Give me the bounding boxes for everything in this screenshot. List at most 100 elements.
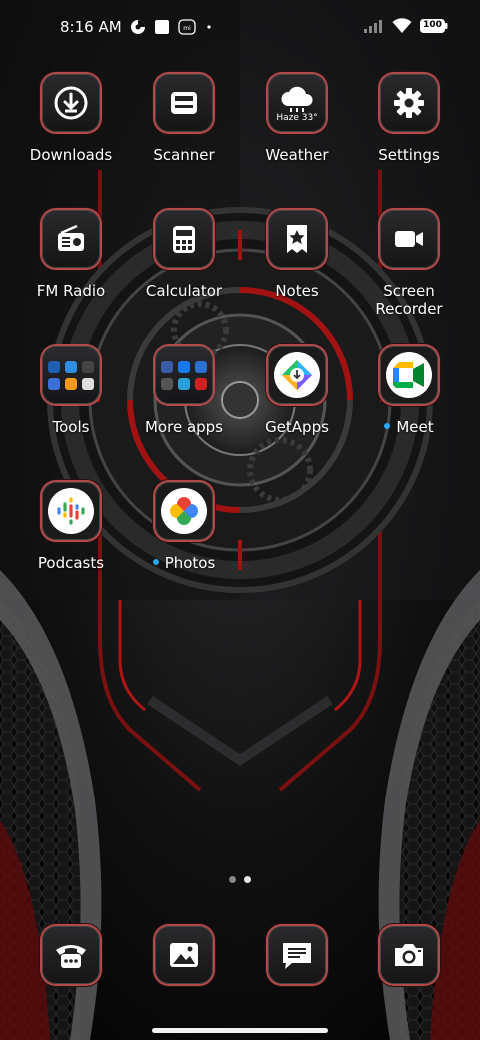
mini-app-icon	[195, 377, 207, 390]
app-label: Screen Recorder	[354, 282, 464, 318]
home-indicator[interactable]	[152, 1028, 328, 1033]
app-calculator[interactable]: Calculator	[129, 210, 239, 300]
notification-app-icon	[130, 19, 146, 35]
weather-cloud-icon	[281, 86, 313, 112]
google-podcasts-icon	[57, 497, 85, 525]
icon-background	[48, 488, 94, 534]
notes-star-icon	[287, 225, 307, 253]
download-icon	[54, 86, 88, 120]
app-label: Scanner	[153, 146, 215, 164]
google-photos-icon	[170, 497, 198, 525]
app-label: Settings	[378, 146, 440, 164]
status-time: 8:16 AM	[60, 18, 122, 36]
battery-level: 100	[423, 20, 442, 30]
app-downloads[interactable]: Downloads	[16, 74, 126, 164]
mini-app-icon	[82, 360, 94, 373]
square-notification-icon	[154, 19, 170, 35]
app-icon-tile[interactable]	[380, 346, 438, 404]
mi-icon: mi	[178, 19, 196, 35]
icon-background	[161, 488, 207, 534]
mini-app-icon	[82, 377, 94, 390]
app-notes[interactable]: Notes	[242, 210, 352, 300]
mini-app-icon	[195, 360, 207, 373]
gear-icon	[394, 88, 424, 118]
message-icon	[283, 943, 311, 969]
app-icon-tile[interactable]	[155, 482, 213, 540]
page-dot-2[interactable]	[244, 876, 251, 883]
icon-background	[274, 352, 320, 398]
scanner-icon	[171, 92, 197, 114]
new-app-dot	[384, 422, 391, 429]
app-scanner[interactable]: Scanner	[129, 74, 239, 164]
folder-more-apps[interactable]: More apps	[129, 346, 239, 436]
mini-app-icon	[48, 377, 60, 390]
app-getapps[interactable]: GetApps	[242, 346, 352, 436]
camera-icon	[395, 944, 423, 966]
app-icon-tile[interactable]	[155, 74, 213, 132]
page-dot-1[interactable]	[229, 876, 236, 883]
app-label-line1: Screen	[383, 282, 435, 300]
mini-app-icon	[161, 360, 173, 373]
app-label-text: Photos	[164, 554, 216, 572]
radio-icon	[58, 224, 84, 251]
app-fm-radio[interactable]: FM Radio	[16, 210, 126, 300]
app-settings[interactable]: Settings	[354, 74, 464, 164]
app-label: More apps	[144, 418, 223, 436]
mini-app-icon	[65, 360, 77, 373]
dock-phone[interactable]	[16, 926, 126, 984]
app-label: GetApps	[265, 418, 329, 436]
app-photos[interactable]: Photos	[129, 482, 239, 572]
new-app-dot	[152, 558, 159, 565]
app-label: Notes	[275, 282, 319, 300]
app-label: FM Radio	[36, 282, 106, 300]
app-label-line2: Recorder	[375, 300, 443, 318]
app-label: Meet	[354, 418, 464, 436]
mini-app-icon	[161, 377, 173, 390]
app-screen-recorder[interactable]: Screen Recorder	[354, 210, 464, 318]
app-icon-tile[interactable]	[155, 926, 213, 984]
app-label: Downloads	[29, 146, 113, 164]
app-label: Tools	[52, 418, 90, 436]
app-icon-tile[interactable]: Haze 33°	[268, 74, 326, 132]
app-label: Podcasts	[37, 554, 105, 572]
app-meet[interactable]: Meet	[354, 346, 464, 436]
app-icon-tile[interactable]	[380, 926, 438, 984]
dock-messages[interactable]	[242, 926, 352, 984]
folder-icon[interactable]	[42, 346, 100, 404]
google-meet-icon	[393, 362, 424, 388]
mini-app-icon	[178, 377, 190, 390]
app-icon-tile[interactable]	[42, 482, 100, 540]
app-icon-tile[interactable]	[42, 210, 100, 268]
app-label: Calculator	[145, 282, 223, 300]
signal-icon	[364, 19, 384, 33]
status-bar: 8:16 AM mi 100	[0, 0, 480, 56]
page-indicator[interactable]	[0, 876, 480, 883]
folder-tools[interactable]: Tools	[16, 346, 126, 436]
folder-icon[interactable]	[155, 346, 213, 404]
app-icon-tile[interactable]	[155, 210, 213, 268]
dock-camera[interactable]	[354, 926, 464, 984]
app-icon-tile[interactable]	[268, 926, 326, 984]
app-icon-tile[interactable]	[42, 74, 100, 132]
phone-icon	[56, 945, 86, 968]
dock-gallery[interactable]	[129, 926, 239, 984]
app-podcasts[interactable]: Podcasts	[16, 482, 126, 572]
svg-text:mi: mi	[183, 25, 191, 32]
battery-icon: 100	[420, 19, 448, 33]
app-label-text: Meet	[396, 418, 434, 436]
app-icon-tile[interactable]	[42, 926, 100, 984]
mini-app-icon	[48, 360, 60, 373]
icon-background	[386, 352, 432, 398]
video-camera-icon	[395, 231, 423, 247]
app-weather[interactable]: Haze 33° Weather	[242, 74, 352, 164]
app-label: Weather	[265, 146, 329, 164]
mini-app-icon	[178, 360, 190, 373]
app-icon-tile[interactable]	[268, 210, 326, 268]
dot-icon	[204, 22, 214, 32]
app-icon-tile[interactable]	[380, 210, 438, 268]
app-icon-tile[interactable]	[380, 74, 438, 132]
app-icon-tile[interactable]	[268, 346, 326, 404]
calculator-icon	[173, 226, 195, 253]
getapps-icon	[282, 360, 312, 390]
wifi-icon	[392, 18, 412, 34]
